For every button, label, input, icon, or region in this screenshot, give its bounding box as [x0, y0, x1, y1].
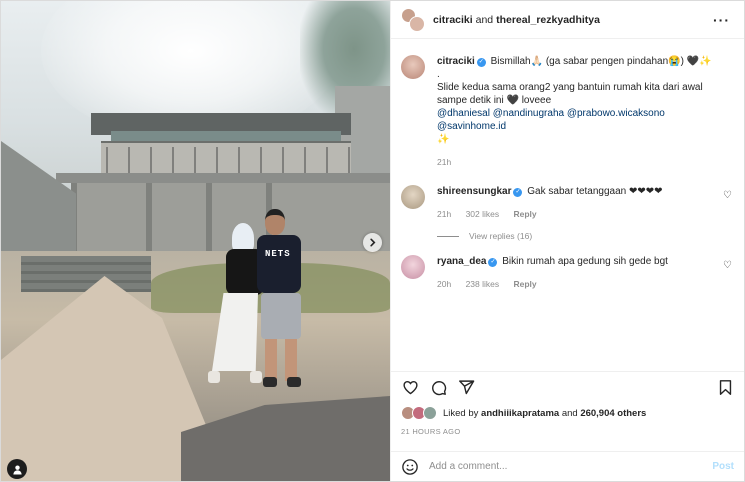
verified-badge-icon: ✓: [476, 58, 486, 67]
add-comment-bar: Post: [391, 451, 744, 481]
and-text: and: [475, 13, 494, 26]
caption-meta: 21h: [437, 156, 734, 169]
view-replies-label: View replies (16): [469, 231, 533, 241]
likes-summary: Liked by andhiiikapratama and 260,904 ot…: [391, 403, 744, 423]
comment-input[interactable]: [429, 461, 713, 472]
likers-avatars[interactable]: [401, 405, 439, 421]
caption-line-4: ✨: [437, 134, 450, 145]
comment: shireensungkar ✓ Gak sabar tetanggaan ❤❤❤…: [401, 185, 734, 221]
avatar: [409, 15, 425, 32]
shirt-text: NETS: [265, 249, 291, 259]
like-button[interactable]: [401, 379, 419, 397]
save-button[interactable]: [716, 379, 734, 397]
person-man: NETS: [251, 209, 311, 394]
more-options-button[interactable]: ···: [709, 12, 734, 28]
likes-count[interactable]: 260,904 others: [580, 408, 646, 419]
post-side-panel: citraciki and thereal_rezkyadhitya ··· c…: [390, 1, 744, 481]
author-link-1[interactable]: citraciki: [433, 14, 473, 26]
comment-icon: [431, 381, 446, 396]
concrete-steps: [21, 256, 151, 292]
emoji-button[interactable]: [401, 457, 421, 477]
comment-meta: 20h 238 likes Reply: [437, 278, 734, 291]
post-header: citraciki and thereal_rezkyadhitya ···: [391, 1, 744, 39]
liker-username[interactable]: andhiiikapratama: [481, 408, 559, 419]
building-column: [146, 183, 152, 253]
more-horizontal-icon: ···: [713, 11, 730, 28]
next-slide-button[interactable]: [363, 233, 382, 252]
likes-and: and: [561, 407, 578, 419]
view-replies-button[interactable]: View replies (16): [437, 231, 734, 241]
avatar[interactable]: [401, 55, 425, 79]
caption-line-2: .: [437, 69, 440, 80]
caption-time[interactable]: 21h: [437, 157, 451, 167]
comment-text: Gak sabar tetanggaan ❤❤❤❤: [527, 186, 663, 197]
tagged-users-button[interactable]: [7, 459, 27, 479]
like-comment-heart-icon[interactable]: ♡: [723, 190, 732, 201]
post-comment-button[interactable]: Post: [712, 461, 734, 472]
verified-badge-icon: ✓: [513, 188, 523, 197]
emoji-icon: [402, 458, 418, 475]
comment-text: Bikin rumah apa gedung sih gede bgt: [502, 256, 668, 267]
header-avatars[interactable]: [401, 7, 425, 32]
comment: ryana_dea ✓ Bikin rumah apa gedung sih ge…: [401, 255, 734, 291]
comment-likes[interactable]: 302 likes: [466, 209, 500, 219]
caption: citraciki ✓ Bismillah🙏🏻 (ga sabar pengen …: [401, 55, 734, 169]
caption-mentions[interactable]: @dhaniesal @nandinugraha @prabowo.wicaks…: [437, 107, 734, 133]
caption-line-3: Slide kedua sama orang2 yang bantuin rum…: [437, 82, 703, 106]
reply-button[interactable]: Reply: [514, 209, 537, 219]
comment-username[interactable]: shireensungkar: [437, 186, 511, 197]
comment-meta: 21h 302 likes Reply: [437, 208, 734, 221]
comment-time[interactable]: 21h: [437, 209, 451, 219]
comment-time[interactable]: 20h: [437, 279, 451, 289]
avatar: [423, 406, 437, 420]
post-timestamp[interactable]: 21 HOURS AGO: [391, 423, 744, 441]
replies-divider: [437, 235, 459, 237]
comments-section: citraciki ✓ Bismillah🙏🏻 (ga sabar pengen …: [391, 39, 744, 371]
reply-button[interactable]: Reply: [514, 279, 537, 289]
comment-username[interactable]: ryana_dea: [437, 256, 486, 267]
send-icon: [458, 380, 474, 395]
caption-username[interactable]: citraciki: [437, 56, 475, 67]
heart-icon: [402, 380, 418, 395]
chevron-right-icon: [370, 238, 376, 247]
scaffolding: [106, 147, 351, 173]
post-authors: citraciki and thereal_rezkyadhitya: [433, 14, 709, 26]
avatar[interactable]: [401, 185, 425, 209]
post-photo[interactable]: NETS: [1, 1, 390, 481]
instagram-post-modal: NETS citraciki and thereal_rezkyadhitya: [0, 0, 745, 482]
action-bar: [391, 371, 744, 403]
caption-line-1: Bismillah🙏🏻 (ga sabar pengen pindahan😭) …: [490, 56, 712, 67]
author-link-2[interactable]: thereal_rezkyadhitya: [496, 14, 600, 26]
likes-prefix: Liked by: [443, 407, 479, 419]
comment-button[interactable]: [429, 379, 447, 397]
verified-badge-icon: ✓: [488, 258, 498, 267]
user-tag-icon: [12, 464, 22, 475]
building-slab: [56, 173, 390, 183]
bookmark-icon: [719, 380, 731, 395]
like-comment-heart-icon[interactable]: ♡: [723, 260, 732, 271]
comment-likes[interactable]: 238 likes: [466, 279, 500, 289]
avatar[interactable]: [401, 255, 425, 279]
share-button[interactable]: [457, 379, 475, 397]
